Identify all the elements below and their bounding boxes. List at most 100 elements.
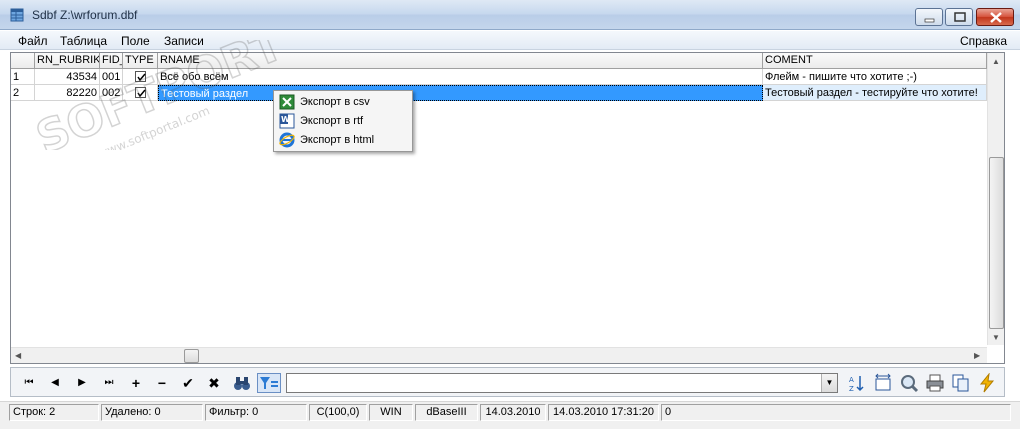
last-record-button[interactable]: ⏭ xyxy=(99,373,119,393)
find-button[interactable] xyxy=(232,373,252,393)
magnifier-icon xyxy=(901,375,919,393)
horizontal-scrollbar[interactable]: ◀ ▶ xyxy=(11,347,987,363)
cell-type[interactable] xyxy=(123,85,158,101)
status-extra: 0 xyxy=(661,404,1011,421)
title-bar[interactable]: Sdbf Z:\wrforum.dbf xyxy=(0,0,1020,30)
copy-button[interactable] xyxy=(951,373,971,393)
menu-help[interactable]: Справка xyxy=(960,34,1007,48)
lightning-icon xyxy=(979,372,995,393)
status-date: 14.03.2010 xyxy=(480,404,546,421)
cell-rname-selected[interactable]: Тестовый раздел xyxy=(158,85,763,101)
minimize-button[interactable] xyxy=(915,8,943,26)
menu-item-export-rtf[interactable]: W Экспорт в rtf xyxy=(276,112,410,131)
status-rows: Строк: 2 xyxy=(9,404,99,421)
window-title: Sdbf Z:\wrforum.dbf xyxy=(32,8,138,22)
checkmark-icon xyxy=(137,89,146,98)
minus-icon: − xyxy=(157,375,167,391)
prev-record-button[interactable]: ◀ xyxy=(45,373,65,393)
menu-item-export-html[interactable]: Экспорт в html xyxy=(276,131,410,150)
maximize-button[interactable] xyxy=(945,8,973,26)
filter-button[interactable] xyxy=(257,373,281,393)
column-header-rn-rubrik[interactable]: RN_RUBRIK xyxy=(35,53,100,69)
last-icon: ⏭ xyxy=(104,377,114,388)
column-header-coment[interactable]: COMENT xyxy=(763,53,987,69)
scroll-right-icon[interactable]: ▶ xyxy=(974,351,980,360)
status-deleted: Удалено: 0 xyxy=(101,404,203,421)
chevron-down-icon[interactable]: ▼ xyxy=(821,374,837,392)
printer-icon xyxy=(926,374,944,392)
close-button[interactable] xyxy=(976,8,1014,26)
maximize-icon xyxy=(954,12,966,22)
cell-rn-rubrik[interactable]: 82220 xyxy=(35,85,100,101)
word-icon: W xyxy=(279,113,295,129)
first-record-button[interactable]: ⏮ xyxy=(19,373,39,393)
column-header-type[interactable]: TYPE xyxy=(123,53,158,69)
cell-fid[interactable]: 002 xyxy=(100,85,123,101)
menu-field[interactable]: Поле xyxy=(121,34,150,48)
menu-records[interactable]: Записи xyxy=(164,34,204,48)
svg-text:W: W xyxy=(281,115,290,124)
filter-combobox[interactable]: ▼ xyxy=(286,373,838,393)
menu-item-export-csv[interactable]: Экспорт в csv xyxy=(276,93,410,112)
svg-text:Z: Z xyxy=(849,385,854,393)
add-record-button[interactable]: + xyxy=(126,373,146,393)
cell-coment[interactable]: Флейм - пишите что хотите ;-) xyxy=(763,69,987,85)
cell-rn-rubrik[interactable]: 43534 xyxy=(35,69,100,85)
horizontal-scroll-thumb[interactable] xyxy=(184,349,199,363)
delete-record-button[interactable]: − xyxy=(152,373,172,393)
cell-coment[interactable]: Тестовый раздел - тестируйте что хотите! xyxy=(763,85,987,101)
status-filter: Фильтр: 0 xyxy=(205,404,307,421)
plus-icon: + xyxy=(131,375,141,391)
cross-icon: ✖ xyxy=(208,375,220,391)
next-record-button[interactable]: ▶ xyxy=(72,373,92,393)
status-format: dBaseIII xyxy=(415,404,478,421)
execute-button[interactable] xyxy=(977,372,997,393)
data-grid[interactable]: RN_RUBRIK FID_ TYPE RNAME COMENT 1 43534… xyxy=(10,52,1005,364)
row-number: 1 xyxy=(11,69,35,85)
scroll-left-icon[interactable]: ◀ xyxy=(15,351,21,360)
row-number: 2 xyxy=(11,85,35,101)
excel-icon xyxy=(279,94,295,110)
vertical-scroll-thumb[interactable] xyxy=(989,157,1004,329)
column-width-button[interactable] xyxy=(873,373,893,393)
minimize-icon xyxy=(924,18,935,23)
cancel-edit-button[interactable]: ✖ xyxy=(204,373,224,393)
column-header-fid[interactable]: FID_ xyxy=(100,53,123,69)
binoculars-icon xyxy=(234,377,250,390)
status-datetime: 14.03.2010 17:31:20 xyxy=(548,404,659,421)
export-context-menu: Экспорт в csv W Экспорт в rtf Экспорт в … xyxy=(273,90,413,152)
menu-file[interactable]: Файл xyxy=(18,34,48,48)
status-field-type: C(100,0) xyxy=(309,404,367,421)
status-codepage: WIN xyxy=(369,404,413,421)
cell-fid[interactable]: 001 xyxy=(100,69,123,85)
zoom-button[interactable] xyxy=(899,373,919,393)
ie-icon xyxy=(279,132,295,148)
checkmark-icon xyxy=(137,73,146,82)
prev-icon: ◀ xyxy=(51,377,59,388)
cell-type[interactable] xyxy=(123,69,158,85)
first-icon: ⏮ xyxy=(24,377,34,388)
sort-az-icon: A Z xyxy=(849,376,864,393)
print-button[interactable] xyxy=(925,373,945,393)
menu-bar: Файл Таблица Поле Записи Справка xyxy=(0,31,1020,50)
row-indicator-header xyxy=(11,53,35,69)
status-bar: Строк: 2 Удалено: 0 Фильтр: 0 C(100,0) W… xyxy=(0,401,1020,429)
cell-rname[interactable]: Всё обо всём xyxy=(158,69,763,85)
copy-icon xyxy=(952,374,969,392)
close-icon xyxy=(990,12,1002,23)
menu-table[interactable]: Таблица xyxy=(60,34,107,48)
column-header-rname[interactable]: RNAME xyxy=(158,53,763,69)
check-icon: ✔ xyxy=(182,375,194,391)
post-edit-button[interactable]: ✔ xyxy=(178,373,198,393)
sort-button[interactable]: A Z xyxy=(847,373,867,393)
scroll-up-icon[interactable]: ▲ xyxy=(992,57,1000,66)
type-checkbox[interactable] xyxy=(135,87,146,98)
database-icon xyxy=(10,8,24,22)
funnel-icon xyxy=(260,377,278,389)
svg-text:A: A xyxy=(849,376,854,384)
column-resize-icon xyxy=(875,373,891,391)
vertical-scrollbar[interactable]: ▲ ▼ xyxy=(987,53,1004,345)
next-icon: ▶ xyxy=(78,377,86,388)
scroll-down-icon[interactable]: ▼ xyxy=(992,333,1000,342)
type-checkbox[interactable] xyxy=(135,71,146,82)
